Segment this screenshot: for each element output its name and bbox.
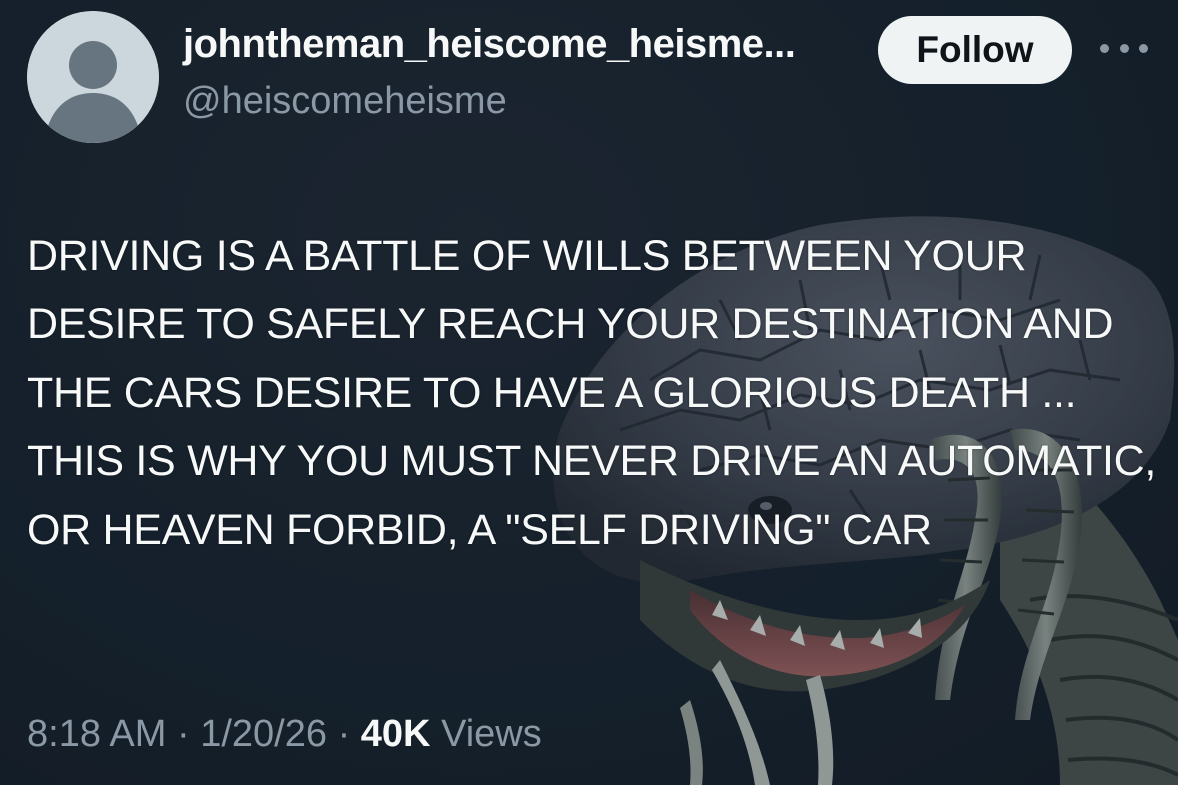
tweet-text: DRIVING IS A BATTLE OF WILLS BETWEEN YOU… bbox=[27, 232, 1157, 554]
meta-separator: · bbox=[176, 713, 190, 755]
more-dots-icon bbox=[1119, 43, 1129, 53]
default-avatar-icon bbox=[27, 11, 159, 143]
follow-button[interactable]: Follow bbox=[878, 16, 1072, 84]
author-avatar[interactable] bbox=[27, 11, 159, 143]
author-display-name[interactable]: johntheman_heiscome_heisme... bbox=[183, 22, 796, 67]
more-dots-icon bbox=[1100, 43, 1109, 53]
views-count[interactable]: 40K bbox=[361, 713, 431, 755]
more-options-button[interactable] bbox=[1100, 36, 1148, 60]
tweet-date[interactable]: 1/20/26 bbox=[200, 713, 327, 755]
tweet-metadata: 8:18 AM · 1/20/26 · 40K Views bbox=[27, 713, 542, 756]
meta-separator: · bbox=[337, 713, 351, 755]
views-label: Views bbox=[441, 713, 542, 755]
author-handle[interactable]: @heiscomeheisme bbox=[183, 80, 507, 123]
tweet-time[interactable]: 8:18 AM bbox=[27, 713, 166, 755]
more-dots-icon bbox=[1139, 43, 1148, 53]
